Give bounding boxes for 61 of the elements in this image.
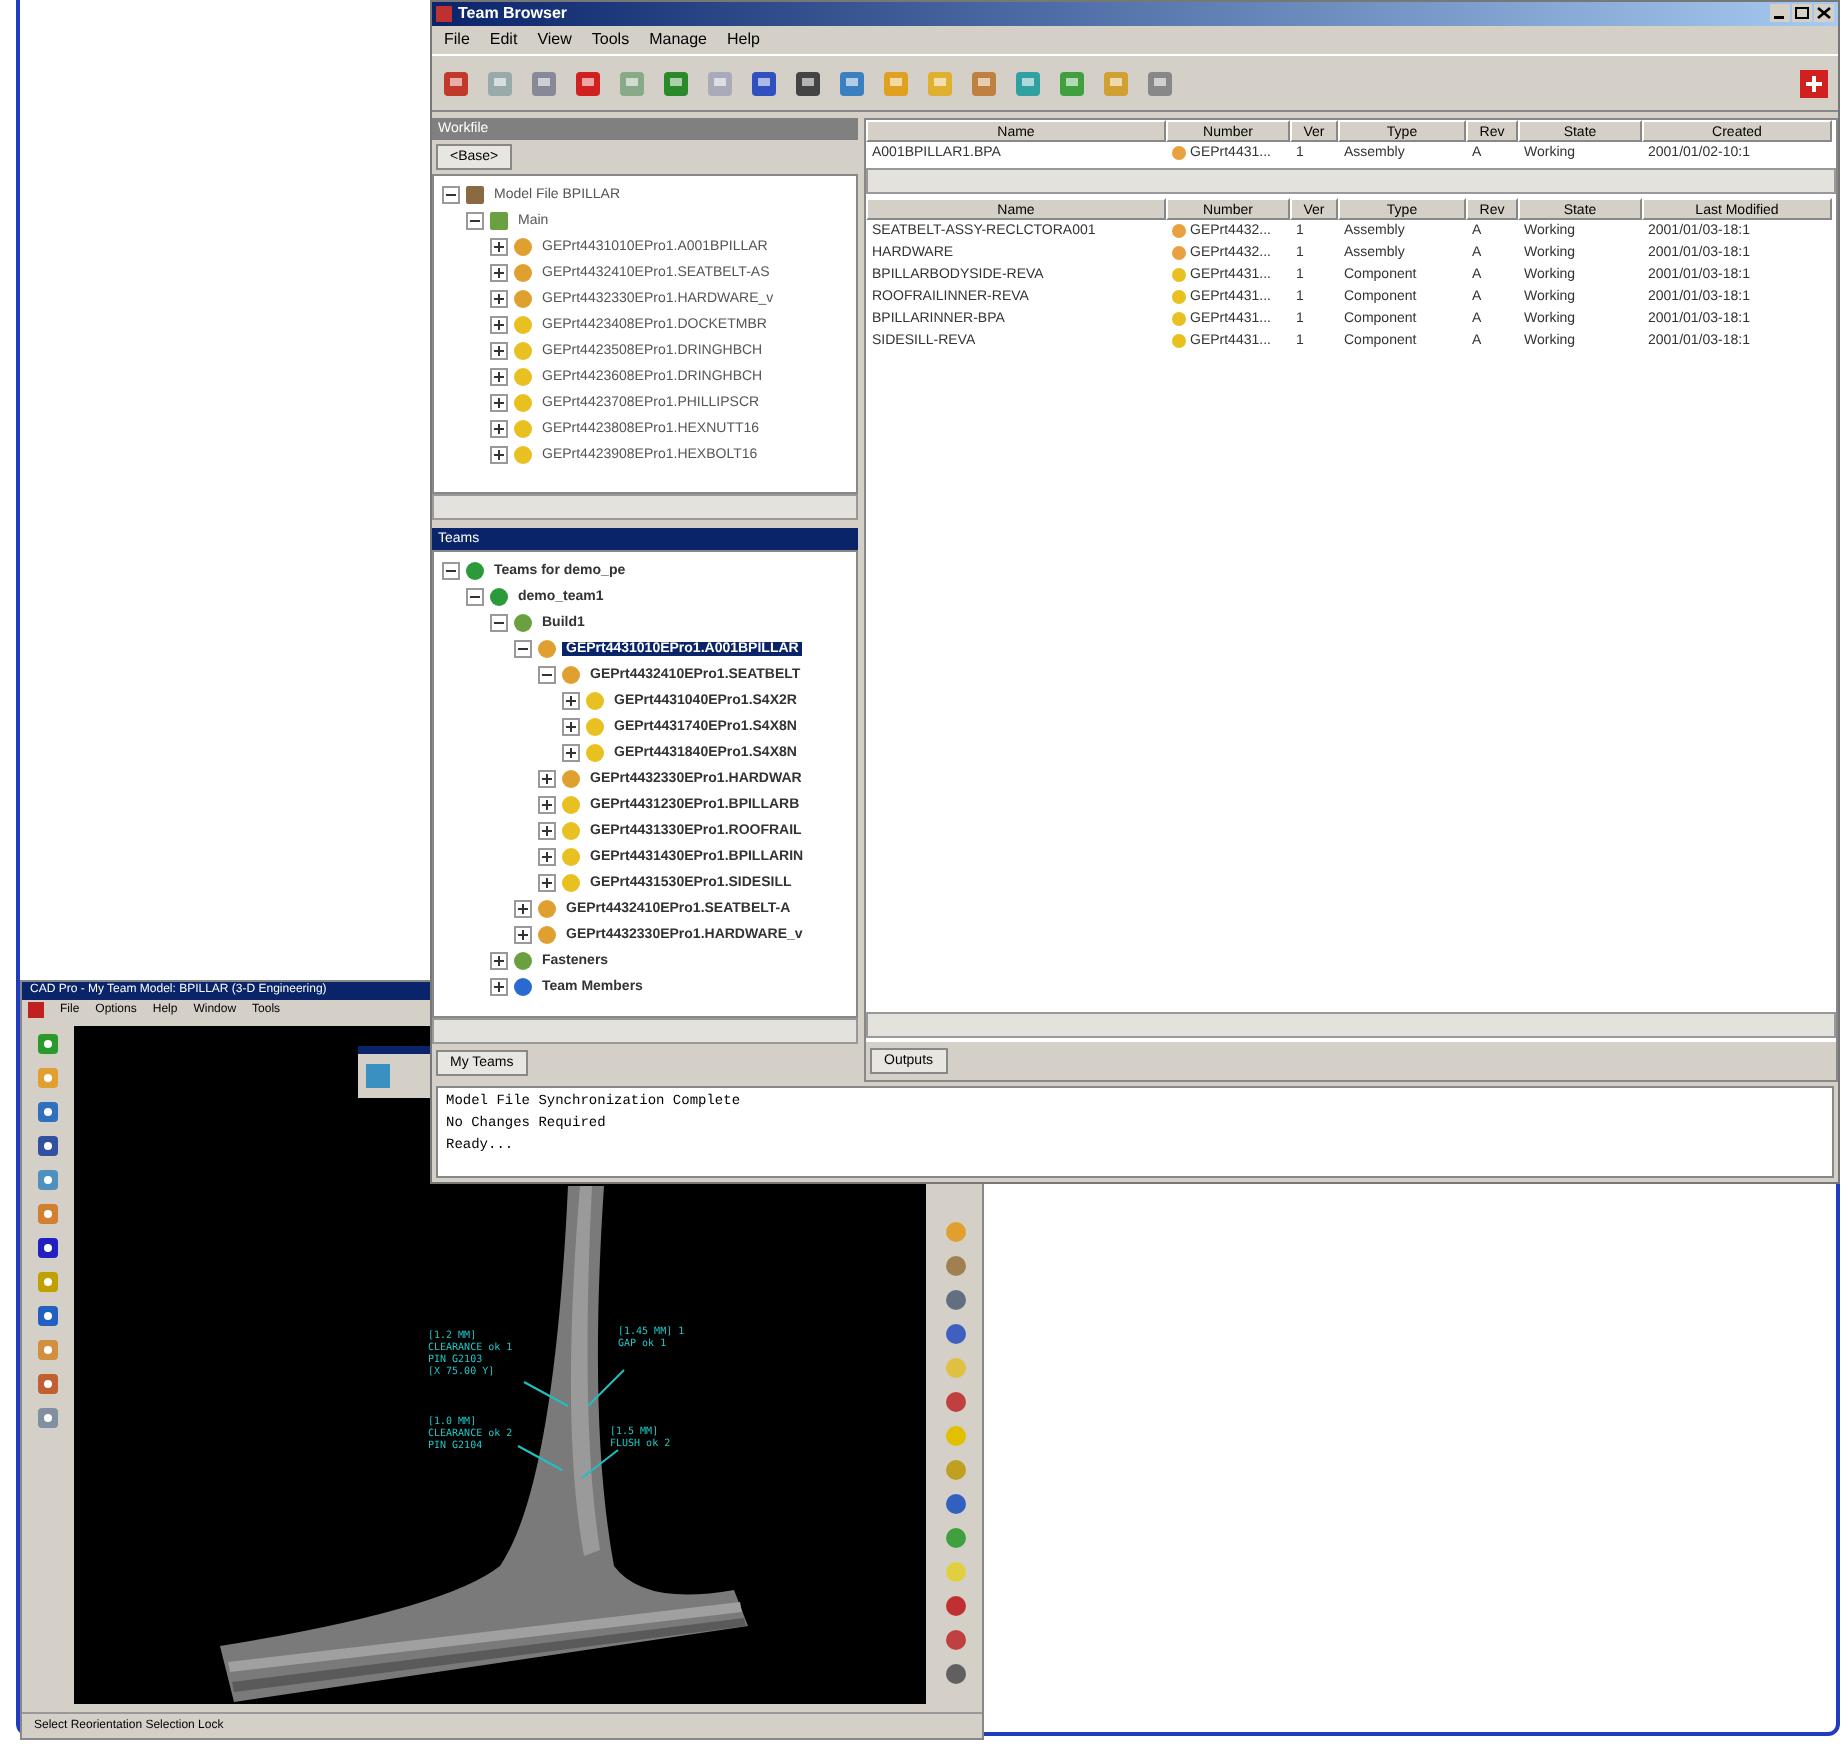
expander-icon[interactable] [466, 212, 484, 231]
leader-line [587, 1369, 625, 1407]
expander-icon[interactable] [562, 692, 580, 711]
build-icon [490, 212, 508, 231]
window-title: Team Browser [458, 4, 568, 23]
expander-icon[interactable] [538, 822, 556, 841]
menu-item[interactable]: Edit [489, 30, 518, 49]
expander-icon[interactable] [538, 796, 556, 815]
expander-icon[interactable] [562, 744, 580, 763]
expander-icon[interactable] [490, 952, 508, 971]
expander-icon[interactable] [490, 446, 508, 465]
expander-icon[interactable] [538, 666, 556, 685]
expander-icon[interactable] [514, 900, 532, 919]
app-icon [28, 1001, 44, 1017]
assembly-icon [562, 770, 580, 789]
expander-icon[interactable] [490, 238, 508, 257]
expander-icon[interactable] [538, 874, 556, 893]
members-icon [514, 978, 532, 997]
menu-item[interactable]: Tools [591, 30, 630, 49]
expander-icon[interactable] [490, 264, 508, 283]
assembly-icon [1172, 146, 1186, 161]
expander-icon[interactable] [442, 562, 460, 581]
minimize-icon[interactable] [1770, 4, 1790, 23]
expander-icon[interactable] [538, 770, 556, 789]
menu-item[interactable]: Help [727, 30, 760, 49]
expander-icon[interactable] [490, 290, 508, 309]
view-icon[interactable] [364, 1062, 392, 1090]
expander-icon[interactable] [538, 848, 556, 867]
build-icon [514, 614, 532, 633]
scrollbar[interactable] [866, 168, 1836, 195]
expander-icon[interactable] [490, 420, 508, 439]
expander-icon[interactable] [490, 978, 508, 997]
tool-icon[interactable] [34, 1302, 62, 1330]
menu-item[interactable]: File [444, 30, 470, 49]
scrollbar[interactable] [432, 494, 858, 521]
expander-icon[interactable] [490, 614, 508, 633]
app-icon [436, 5, 452, 22]
close-icon[interactable] [1814, 4, 1834, 23]
expander-icon[interactable] [514, 926, 532, 945]
menu-item[interactable]: Manage [649, 30, 707, 49]
expander-icon[interactable] [490, 394, 508, 413]
scrollbar[interactable] [432, 1018, 858, 1045]
expander-icon[interactable] [442, 186, 460, 205]
scrollbar[interactable] [866, 1012, 1836, 1039]
model-icon [466, 186, 484, 205]
leader-line [581, 1449, 619, 1479]
expander-icon[interactable] [466, 588, 484, 607]
tool-icon[interactable] [34, 1098, 62, 1126]
expander-icon[interactable] [490, 342, 508, 361]
build-icon [514, 952, 532, 971]
expander-icon[interactable] [562, 718, 580, 737]
expander-icon[interactable] [514, 640, 532, 659]
maximize-icon[interactable] [1792, 4, 1812, 23]
leader-line [523, 1381, 569, 1407]
menu-item[interactable]: View [537, 30, 572, 49]
tool-icon[interactable] [34, 1234, 62, 1262]
logo-icon [1796, 65, 1832, 102]
expander-icon[interactable] [490, 316, 508, 335]
tool-icon[interactable] [34, 1132, 62, 1160]
leader-line [517, 1445, 563, 1471]
expander-icon[interactable] [490, 368, 508, 387]
